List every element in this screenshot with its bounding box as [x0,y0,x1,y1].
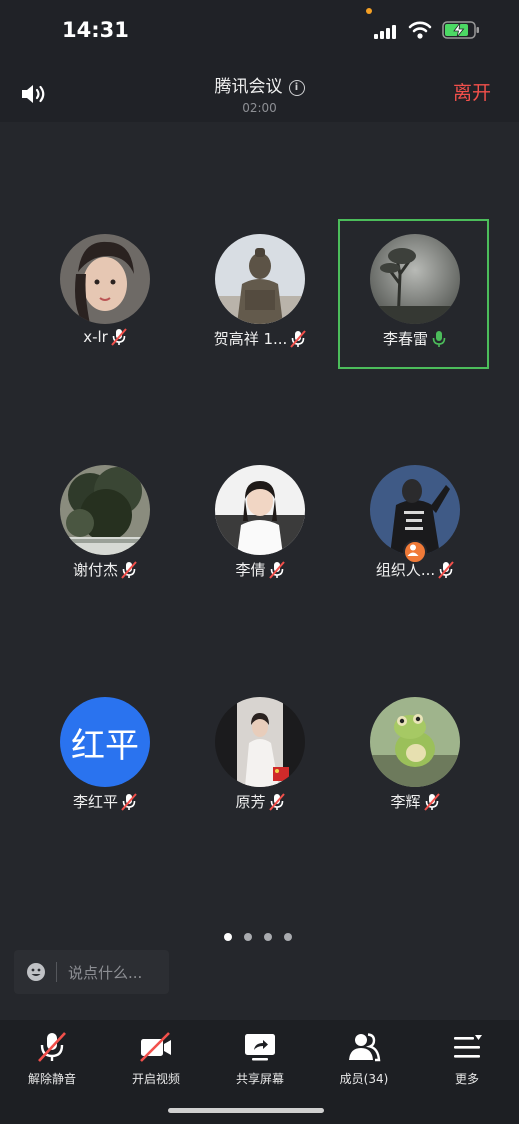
camera-off-icon [140,1032,171,1062]
mic-muted-icon [423,793,440,811]
mic-off-icon [38,1032,66,1062]
avatar: 红平 [60,697,150,787]
participant-name-row: x-lr [30,328,180,346]
start-video-label: 开启视频 [131,1072,180,1086]
members-label: 成员(34) [339,1072,389,1086]
emoji-icon[interactable] [26,962,46,982]
mic-muted-icon [121,561,137,579]
avatar [60,234,150,324]
meeting-header: 腾讯会议 i 02:00 离开 [0,62,519,122]
avatar [215,234,305,324]
avatar [60,465,150,555]
page-dot-active[interactable] [224,933,232,941]
participant-name-row: 李倩 [185,559,335,580]
avatar [215,465,305,555]
wifi-icon [408,21,432,39]
page-dot[interactable] [284,933,292,941]
privacy-indicator [366,8,372,14]
participant-name: 原芳 [235,793,266,811]
participant-name: 谢付杰 [72,561,118,579]
share-screen-button[interactable]: 共享屏幕 [208,1030,312,1087]
participant-tile[interactable]: 李辉 [340,683,490,833]
unmute-button[interactable]: 解除静音 [0,1030,104,1087]
mic-muted-icon [111,328,127,346]
participant-name-row: 贺高祥 1... [185,328,335,349]
start-video-button[interactable]: 开启视频 [104,1030,208,1087]
participant-tile[interactable]: x-lr [30,220,180,370]
page-dot[interactable] [264,933,272,941]
cellular-signal-icon [374,23,400,39]
unmute-label: 解除静音 [27,1072,76,1086]
participant-name: 李红平 [72,793,118,811]
leave-button[interactable]: 离开 [453,78,491,105]
participant-name: 组织人... [375,561,436,579]
mic-muted-icon [121,793,137,811]
host-badge-icon [403,540,427,564]
status-time: 14:31 [62,18,129,42]
members-icon [349,1033,381,1062]
members-button[interactable]: 成员(34) [312,1030,416,1087]
participant-name-row: 谢付杰 [30,559,180,580]
participant-name-row: 原芳 [185,791,335,812]
participant-name: 李辉 [390,793,421,811]
mic-muted-icon [268,793,285,811]
info-icon[interactable]: i [288,80,305,96]
participant-tile[interactable]: 谢付杰 [30,451,180,601]
avatar [215,697,305,787]
participant-tile[interactable]: 李倩 [185,451,335,601]
meeting-duration: 02:00 [242,101,277,115]
participant-name: 李倩 [235,561,266,579]
chat-input[interactable]: 说点什么... [14,950,169,994]
mic-muted-icon [268,561,285,579]
more-button[interactable]: 更多 [415,1030,519,1087]
more-menu-icon [454,1035,482,1058]
chat-divider [56,962,57,982]
active-speaker-frame [338,219,489,369]
battery-charging-icon [442,21,479,39]
participant-tile[interactable]: 原芳 [185,683,335,833]
avatar [370,697,460,787]
participant-name: x-lr [83,328,108,346]
status-bar: 14:31 [0,0,519,62]
participant-name-row: 李红平 [30,791,180,812]
participant-name: 贺高祥 1... [213,330,288,348]
chat-placeholder: 说点什么... [68,964,143,982]
meeting-title: 腾讯会议 [214,77,283,97]
mic-muted-icon [290,330,307,348]
participant-name-row: 李辉 [340,791,490,812]
page-indicator[interactable] [224,926,304,945]
page-dot[interactable] [244,933,252,941]
participant-tile[interactable]: 红平 李红平 [30,683,180,833]
share-screen-icon [245,1034,275,1061]
participant-tile[interactable]: 组织人... [340,451,490,601]
share-screen-label: 共享屏幕 [235,1072,284,1086]
home-indicator[interactable] [168,1108,324,1113]
more-label: 更多 [454,1072,479,1086]
participant-tile[interactable]: 贺高祥 1... [185,220,335,370]
meeting-title-block[interactable]: 腾讯会议 i 02:00 [0,72,519,115]
mic-muted-icon [438,561,454,579]
